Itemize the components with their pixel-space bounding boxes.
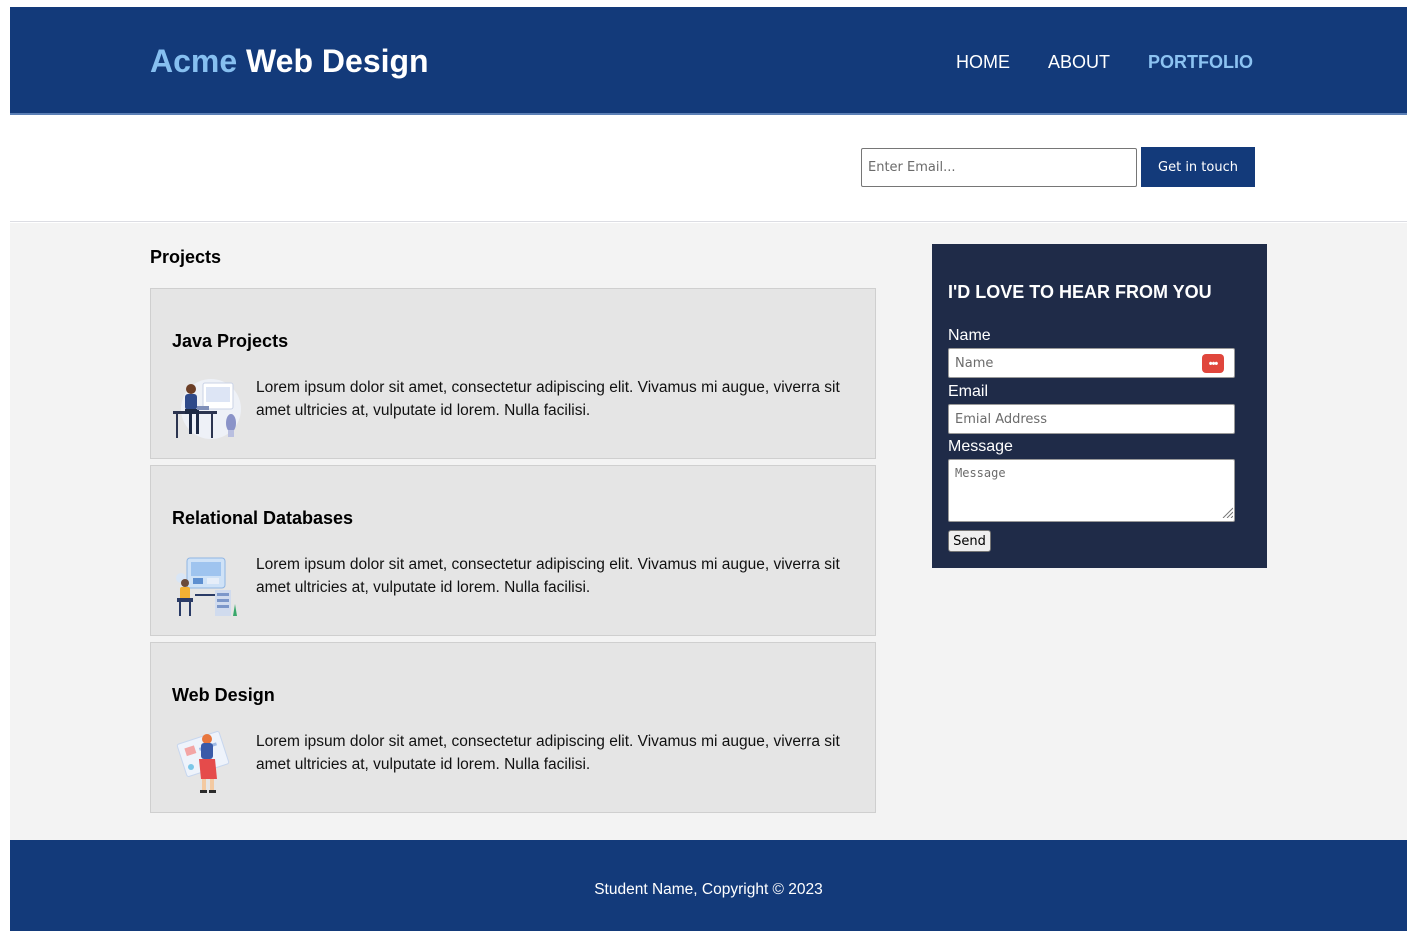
developer-at-desk-illustration bbox=[173, 379, 241, 439]
brand-highlight: Acme bbox=[150, 43, 238, 79]
site-footer: Student Name, Copyright © 2023 bbox=[10, 840, 1407, 931]
message-textarea[interactable] bbox=[948, 459, 1235, 522]
resize-grip-icon[interactable] bbox=[1221, 506, 1233, 518]
project-description: Lorem ipsum dolor sit amet, consectetur … bbox=[256, 733, 840, 773]
nav-portfolio-link[interactable]: PORTFOLIO bbox=[1148, 52, 1253, 73]
copyright-text: Student Name, Copyright © 2023 bbox=[594, 881, 823, 898]
password-manager-icon[interactable]: ••• bbox=[1202, 354, 1224, 373]
name-input[interactable] bbox=[948, 348, 1235, 378]
contact-form-title: I'd love to hear from you bbox=[948, 282, 1212, 302]
nav-home-link[interactable]: HOME bbox=[956, 52, 1010, 73]
page: Acme Web Design HOME ABOUT PORTFOLIO Get… bbox=[10, 7, 1407, 931]
database-workstation-illustration bbox=[176, 557, 237, 616]
name-label: Name bbox=[948, 327, 991, 344]
newsletter-email-input[interactable] bbox=[861, 148, 1137, 187]
project-card-databases: Relational Databases Lorem ipsum dolor s… bbox=[150, 465, 876, 636]
project-description: Lorem ipsum dolor sit amet, consectetur … bbox=[256, 379, 840, 419]
designer-with-canvas-illustration bbox=[176, 731, 230, 793]
nav-about-link[interactable]: ABOUT bbox=[1048, 52, 1110, 73]
project-title: Relational Databases bbox=[172, 508, 354, 528]
get-in-touch-button[interactable]: Get in touch bbox=[1141, 147, 1255, 187]
send-button[interactable]: Send bbox=[948, 530, 991, 552]
message-label: Message bbox=[948, 438, 1013, 455]
project-title: Web Design bbox=[172, 685, 275, 705]
main-content: Projects Java Projects Lorem ipsum dolor… bbox=[10, 223, 1407, 840]
site-header: Acme Web Design HOME ABOUT PORTFOLIO bbox=[10, 7, 1407, 115]
project-card-java: Java Projects Lorem ipsum dolor sit amet… bbox=[150, 288, 876, 459]
email-label: Email bbox=[948, 383, 989, 400]
email-input[interactable] bbox=[948, 404, 1235, 434]
contact-form-panel: I'd love to hear from you Name ••• Email… bbox=[932, 244, 1267, 568]
brand-logo[interactable]: Acme Web Design bbox=[150, 43, 429, 80]
project-description: Lorem ipsum dolor sit amet, consectetur … bbox=[256, 556, 840, 596]
project-card-web-design: Web Design Lorem ipsum dolor sit amet, c… bbox=[150, 642, 876, 813]
projects-heading: Projects bbox=[150, 247, 222, 267]
project-title: Java Projects bbox=[172, 331, 289, 351]
newsletter-bar: Get in touch bbox=[10, 117, 1407, 222]
brand-rest: Web Design bbox=[246, 43, 429, 79]
